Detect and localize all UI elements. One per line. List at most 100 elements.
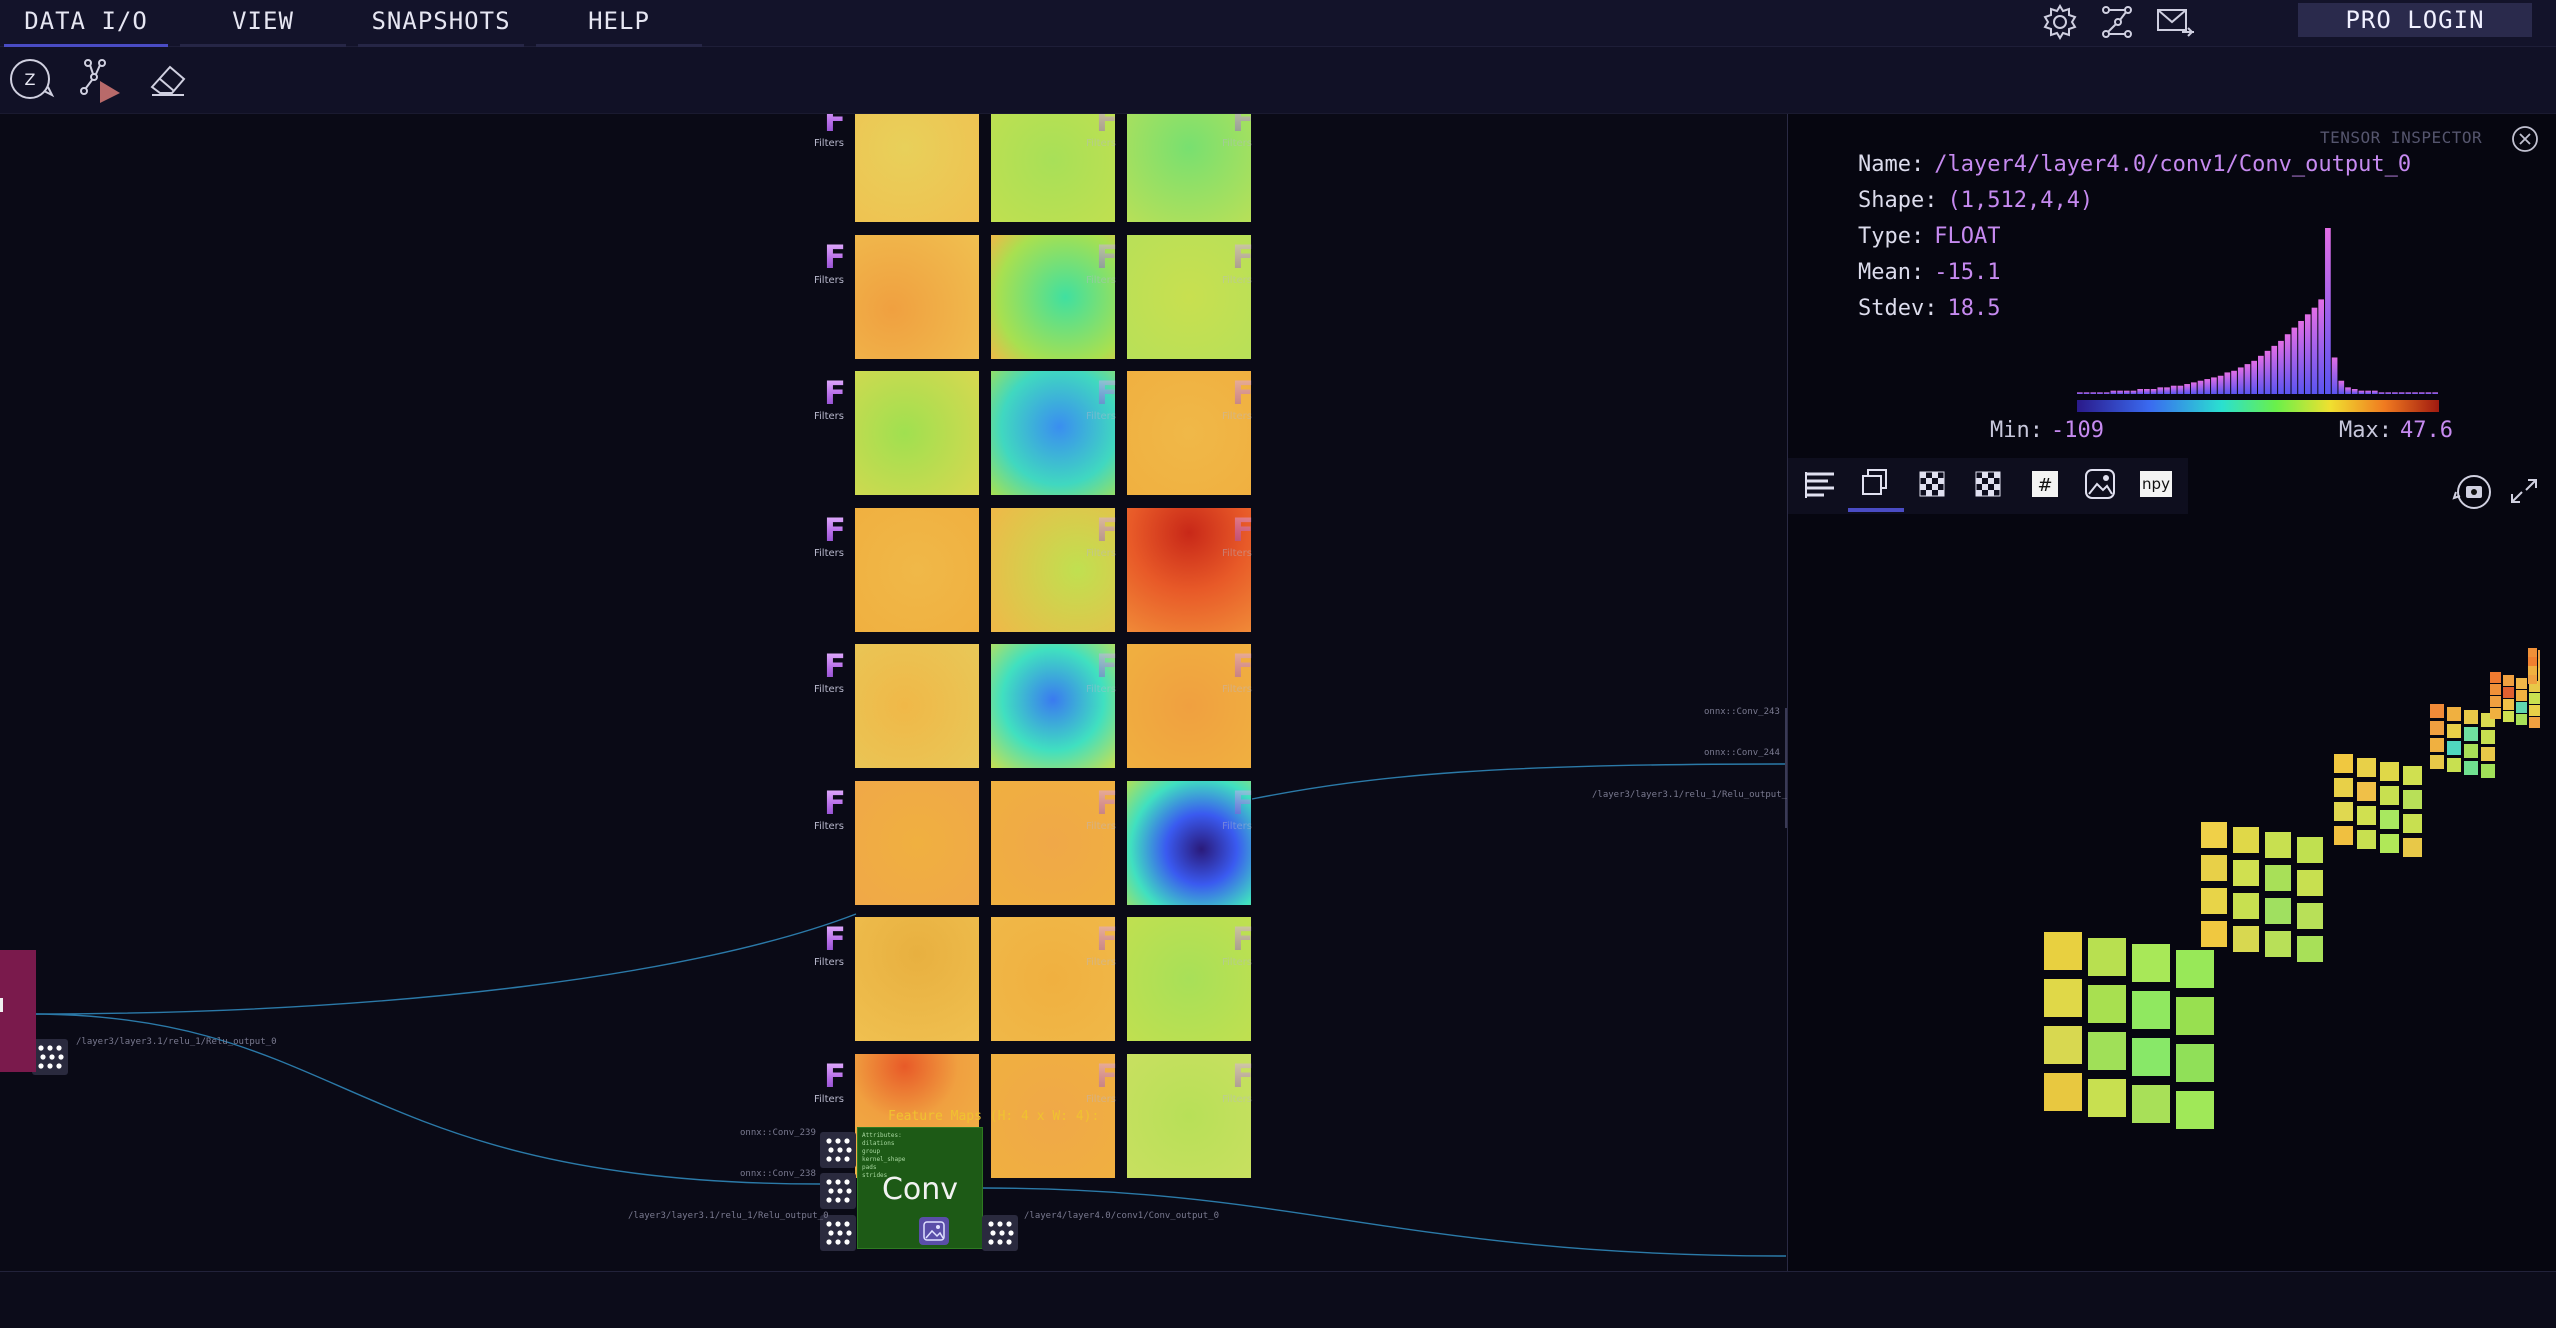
voxel-cube	[2447, 758, 2461, 772]
filters-badge[interactable]: F Filters	[1086, 514, 1118, 559]
npy-export-icon[interactable]: npy	[2128, 458, 2184, 512]
feature-map-tile[interactable]	[855, 507, 979, 632]
histogram-bar	[2137, 389, 2144, 394]
filters-badge[interactable]: F Filters	[1222, 241, 1254, 286]
tensor-shape-value: (1,512,4,4)	[1947, 188, 2094, 213]
tensor-3d-view[interactable]	[1790, 560, 2540, 1150]
voxel-cube	[2334, 826, 2353, 845]
feature-map-tile[interactable]	[855, 917, 979, 1041]
port-button[interactable]	[820, 1173, 856, 1209]
menu-snapshots[interactable]: SNAPSHOTS	[358, 0, 524, 47]
filters-badge[interactable]: F Filters	[814, 114, 846, 149]
pro-login-button[interactable]: PRO LOGIN	[2298, 3, 2532, 37]
port-button[interactable]	[820, 1132, 856, 1168]
filters-badge[interactable]: F Filters	[1086, 787, 1118, 832]
conv-node[interactable]: Attributes: dilations group kernel_shape…	[857, 1127, 983, 1249]
filters-badge[interactable]: F Filters	[1086, 114, 1118, 149]
filters-badge[interactable]: F Filters	[1086, 241, 1118, 286]
hash-view-icon[interactable]: #	[2016, 458, 2072, 512]
graph-run-icon[interactable]	[74, 55, 126, 105]
filters-badge[interactable]: F Filters	[814, 1060, 846, 1105]
tensor-mean-value: -15.1	[1934, 260, 2001, 285]
filters-badge[interactable]: F Filters	[814, 514, 846, 559]
filters-badge[interactable]: F Filters	[1086, 647, 1118, 695]
menu-view[interactable]: VIEW	[180, 0, 346, 47]
filters-badge[interactable]: F Filters	[1222, 650, 1254, 695]
hash-label: #	[2037, 475, 2052, 496]
histogram-bar	[2237, 367, 2244, 394]
dot-grid-icon	[826, 1138, 852, 1162]
filters-badge[interactable]: F Filters	[1222, 1056, 1254, 1105]
histogram-bar	[2130, 390, 2137, 394]
graph-layout-icon[interactable]	[2096, 2, 2140, 42]
filters-badge[interactable]: F Filters	[1222, 114, 1254, 149]
port-button[interactable]	[982, 1215, 1018, 1251]
voxel-cube	[2233, 827, 2259, 853]
filters-badge[interactable]: F Filters	[814, 650, 846, 695]
histogram-bar	[2110, 390, 2117, 394]
feature-map-tile[interactable]	[855, 234, 979, 359]
edge-label: /layer3/layer3.1/relu_1/Relu_output_0	[628, 1211, 829, 1221]
voxel-cube	[2357, 806, 2376, 825]
edge-label: onnx::Conv_244	[1704, 748, 1780, 758]
eraser-icon[interactable]	[142, 55, 194, 105]
filters-badge[interactable]: F Filters	[1086, 1060, 1118, 1105]
voxel-cube	[2503, 711, 2514, 722]
filters-badge[interactable]: F Filters	[814, 923, 846, 968]
image-icon[interactable]	[918, 1216, 950, 1246]
filters-caption: Filters	[814, 1093, 844, 1105]
left-node[interactable]	[0, 950, 36, 1072]
voxel-cube	[2481, 764, 2495, 778]
filters-caption: Filters	[1222, 1093, 1252, 1105]
info-shape-row: Shape: (1,512,4,4)	[1858, 188, 2093, 213]
feature-map-tile[interactable]	[855, 780, 979, 905]
histogram-bar	[2244, 364, 2251, 394]
checker-grid-icon[interactable]	[1904, 458, 1960, 512]
filters-badge[interactable]: F Filters	[814, 787, 846, 832]
feature-map-tile[interactable]	[855, 371, 979, 495]
checker-grid-alt-icon[interactable]	[1960, 458, 2016, 512]
zoom-reset-icon[interactable]: Z	[6, 55, 58, 105]
voxel-cube	[2088, 938, 2126, 976]
dot-grid-icon	[38, 1045, 64, 1069]
stack-view-icon[interactable]	[1848, 458, 1904, 512]
filters-letter: F	[1232, 1056, 1254, 1095]
menu-help[interactable]: HELP	[536, 0, 702, 47]
voxel-cube	[2430, 738, 2444, 752]
list-view-icon[interactable]	[1792, 458, 1848, 512]
filters-badge[interactable]: F Filters	[1222, 374, 1254, 422]
filters-badge[interactable]: F Filters	[1222, 787, 1254, 832]
filters-caption: Filters	[814, 684, 844, 695]
camera-snapshot-icon[interactable]	[2452, 472, 2494, 510]
feature-map-tile[interactable]	[855, 644, 979, 768]
dot-grid-icon	[988, 1221, 1014, 1245]
voxel-cube	[2297, 837, 2323, 863]
value-histogram	[2077, 228, 2439, 412]
settings-gear-icon[interactable]	[2038, 2, 2082, 42]
filters-badge[interactable]: F Filters	[814, 241, 846, 286]
filters-badge[interactable]: F Filters	[814, 377, 846, 422]
voxel-cube	[2380, 834, 2399, 853]
filters-letter: F	[1232, 374, 1254, 412]
menu-data-io[interactable]: DATA I/O	[4, 0, 168, 47]
histogram-bar	[2083, 392, 2090, 394]
mail-icon[interactable]	[2154, 2, 2198, 42]
graph-canvas[interactable]: F Filters F Filters F Filters F Filters F Filters…	[0, 114, 1787, 1271]
histogram-bar	[2304, 314, 2311, 394]
min-readout: Min: -109	[1990, 418, 2104, 443]
feature-map-tile[interactable]	[855, 114, 979, 222]
histogram-bar	[2258, 355, 2264, 394]
filters-badge[interactable]: F Filters	[1222, 923, 1254, 968]
filters-badge[interactable]: F Filters	[1086, 923, 1118, 968]
close-icon[interactable]	[2510, 124, 2540, 154]
filters-letter: F	[1096, 647, 1118, 685]
voxel-cube	[2430, 721, 2444, 735]
image-view-icon[interactable]	[2072, 458, 2128, 512]
port-button[interactable]	[32, 1039, 68, 1075]
filters-letter: F	[1096, 374, 1118, 412]
filters-badge[interactable]: F Filters	[1222, 514, 1254, 559]
histogram-bar	[2298, 320, 2304, 394]
histogram-bar	[2077, 392, 2083, 394]
filters-badge[interactable]: F Filters	[1086, 374, 1118, 422]
expand-icon[interactable]	[2506, 474, 2542, 508]
